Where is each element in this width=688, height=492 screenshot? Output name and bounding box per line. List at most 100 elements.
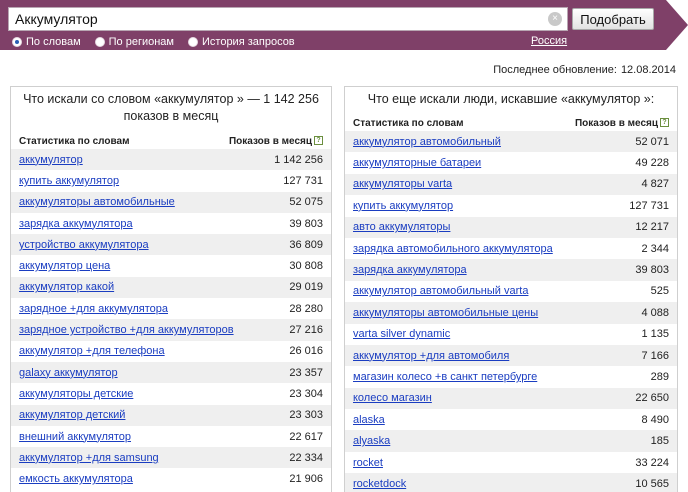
table-row: зарядка аккумулятора 39 803: [345, 259, 677, 281]
panel-left-title: Что искали со словом «аккумулятор » — 1 …: [23, 92, 319, 123]
phrase-link[interactable]: зарядка аккумулятора: [353, 264, 467, 276]
phrase-link[interactable]: аккумуляторы автомобильные цены: [353, 307, 538, 319]
phrase-link[interactable]: купить аккумулятор: [19, 175, 119, 187]
impressions-count: 52 071: [635, 135, 669, 148]
radio-by-regions[interactable]: [94, 37, 105, 47]
phrase-link[interactable]: аккумулятор +для samsung: [19, 452, 159, 464]
phrase-link[interactable]: аккумулятор +для телефона: [19, 345, 165, 357]
impressions-count: 127 731: [629, 199, 669, 212]
clear-icon[interactable]: ×: [548, 12, 562, 26]
impressions-count: 10 565: [635, 477, 669, 490]
table-row: varta silver dynamic 1 135: [345, 324, 677, 345]
mode-by-words-label: По словам: [26, 36, 81, 48]
phrase-link[interactable]: аккумулятор автомобильный varta: [353, 285, 528, 297]
phrase-link[interactable]: аккумулятор какой: [19, 281, 114, 293]
phrase-link[interactable]: rocketdock: [353, 478, 406, 490]
table-row: аккумулятор цена 30 808: [11, 255, 331, 276]
phrase-link[interactable]: емкость аккумулятора: [19, 473, 133, 485]
phrase-link[interactable]: зарядка аккумулятора: [19, 218, 133, 230]
help-icon[interactable]: ?: [314, 136, 323, 146]
last-updated: Последнее обновление: 12.08.2014: [493, 64, 676, 76]
phrase-link[interactable]: колесо магазин: [353, 392, 432, 404]
phrase-link[interactable]: varta silver dynamic: [353, 328, 450, 340]
panel-words-with: Что искали со словом «аккумулятор » — 1 …: [10, 86, 332, 492]
table-row: аккумулятор детский 23 303: [11, 404, 331, 426]
phrase-link[interactable]: rocket: [353, 457, 383, 469]
table-row: зарядное +для аккумулятора 28 280: [11, 298, 331, 319]
impressions-count: 4 827: [641, 178, 669, 191]
table-row: аккумуляторы детские 23 304: [11, 383, 331, 404]
impressions-count: 33 224: [635, 456, 669, 469]
mode-by-regions[interactable]: По регионам: [94, 36, 174, 48]
mode-history[interactable]: История запросов: [188, 36, 295, 48]
header-arrow: [666, 0, 688, 50]
impressions-count: 27 216: [289, 324, 323, 337]
help-icon[interactable]: ?: [660, 118, 669, 128]
impressions-count: 22 650: [635, 392, 669, 405]
phrase-link[interactable]: аккумуляторы varta: [353, 178, 452, 190]
impressions-count: 39 803: [635, 264, 669, 277]
table-row: зарядное устройство +для аккумуляторов 27…: [11, 319, 331, 341]
table-row: аккумуляторные батареи 49 228: [345, 152, 677, 173]
impressions-count: 185: [650, 435, 669, 448]
col-words: Статистика по словам: [353, 117, 464, 129]
phrase-link[interactable]: зарядка автомобильного аккумулятора: [353, 243, 553, 255]
phrase-link[interactable]: зарядное устройство +для аккумуляторов: [19, 324, 234, 336]
phrase-link[interactable]: аккумулятор +для автомобиля: [353, 350, 509, 362]
impressions-count: 289: [650, 370, 669, 383]
phrase-link[interactable]: авто аккумуляторы: [353, 221, 450, 233]
phrase-link[interactable]: внешний аккумулятор: [19, 431, 131, 443]
col-count: Показов в месяц: [228, 135, 312, 147]
table-row: аккумулятор какой 29 019: [11, 276, 331, 299]
mode-by-regions-label: По регионам: [108, 36, 174, 48]
phrase-link[interactable]: alyaska: [353, 435, 390, 447]
table-row: зарядка аккумулятора 39 803: [11, 213, 331, 234]
phrase-link[interactable]: аккумулятор детский: [19, 409, 125, 421]
table-row: магазин колесо +в санкт петербурге 289: [345, 366, 677, 387]
table-row: аккумулятор +для автомобиля 7 166: [345, 344, 677, 367]
phrase-link[interactable]: аккумулятор автомобильный: [353, 136, 501, 148]
col-count-wrap: Показов в месяц?: [575, 118, 669, 129]
col-words: Статистика по словам: [19, 135, 130, 147]
table-row: колесо магазин 22 650: [345, 387, 677, 410]
impressions-count: 23 357: [289, 366, 323, 379]
radio-by-words[interactable]: [12, 37, 22, 47]
phrase-link[interactable]: магазин колесо +в санкт петербурге: [353, 371, 537, 383]
phrase-link[interactable]: galaxy аккумулятор: [19, 367, 118, 379]
search-input[interactable]: [8, 7, 568, 31]
phrase-link[interactable]: аккумулятор цена: [19, 260, 110, 272]
last-updated-label: Последнее обновление:: [493, 64, 617, 76]
phrase-link[interactable]: аккумуляторные батареи: [353, 157, 481, 169]
phrase-link[interactable]: купить аккумулятор: [353, 200, 453, 212]
impressions-count: 30 808: [289, 260, 323, 273]
impressions-count: 39 803: [289, 217, 323, 230]
left-rows: аккумулятор 1 142 256 купить аккумулятор 12…: [11, 149, 331, 490]
table-row: аккумулятор автомобильный 52 071: [345, 131, 677, 153]
table-row: устройство аккумулятора 36 809: [11, 234, 331, 256]
impressions-count: 23 303: [289, 409, 323, 422]
table-row: аккумулятор 1 142 256: [11, 149, 331, 171]
table-row: аккумуляторы автомобильные 52 075: [11, 191, 331, 213]
table-row: rocket 33 224: [345, 452, 677, 473]
region-link[interactable]: Россия: [531, 35, 567, 47]
phrase-link[interactable]: alaska: [353, 414, 385, 426]
table-row: зарядка автомобильного аккумулятора 2 344: [345, 238, 677, 259]
table-row: авто аккумуляторы 12 217: [345, 216, 677, 238]
impressions-count: 1 142 256: [274, 153, 323, 166]
phrase-link[interactable]: аккумуляторы автомобильные: [19, 196, 175, 208]
table-row: аккумуляторы varta 4 827: [345, 173, 677, 196]
table-row: rocketdock 10 565: [345, 473, 677, 492]
impressions-count: 127 731: [283, 174, 323, 187]
phrase-link[interactable]: аккумулятор: [19, 154, 83, 166]
impressions-count: 28 280: [289, 302, 323, 315]
mode-by-words[interactable]: По словам: [12, 36, 81, 48]
impressions-count: 8 490: [641, 413, 669, 426]
submit-button[interactable]: Подобрать: [572, 8, 654, 30]
impressions-count: 29 019: [289, 281, 323, 294]
phrase-link[interactable]: аккумуляторы детские: [19, 388, 133, 400]
phrase-link[interactable]: устройство аккумулятора: [19, 239, 149, 251]
impressions-count: 23 304: [289, 387, 323, 400]
phrase-link[interactable]: зарядное +для аккумулятора: [19, 303, 168, 315]
impressions-count: 12 217: [635, 221, 669, 234]
radio-history[interactable]: [188, 37, 198, 47]
